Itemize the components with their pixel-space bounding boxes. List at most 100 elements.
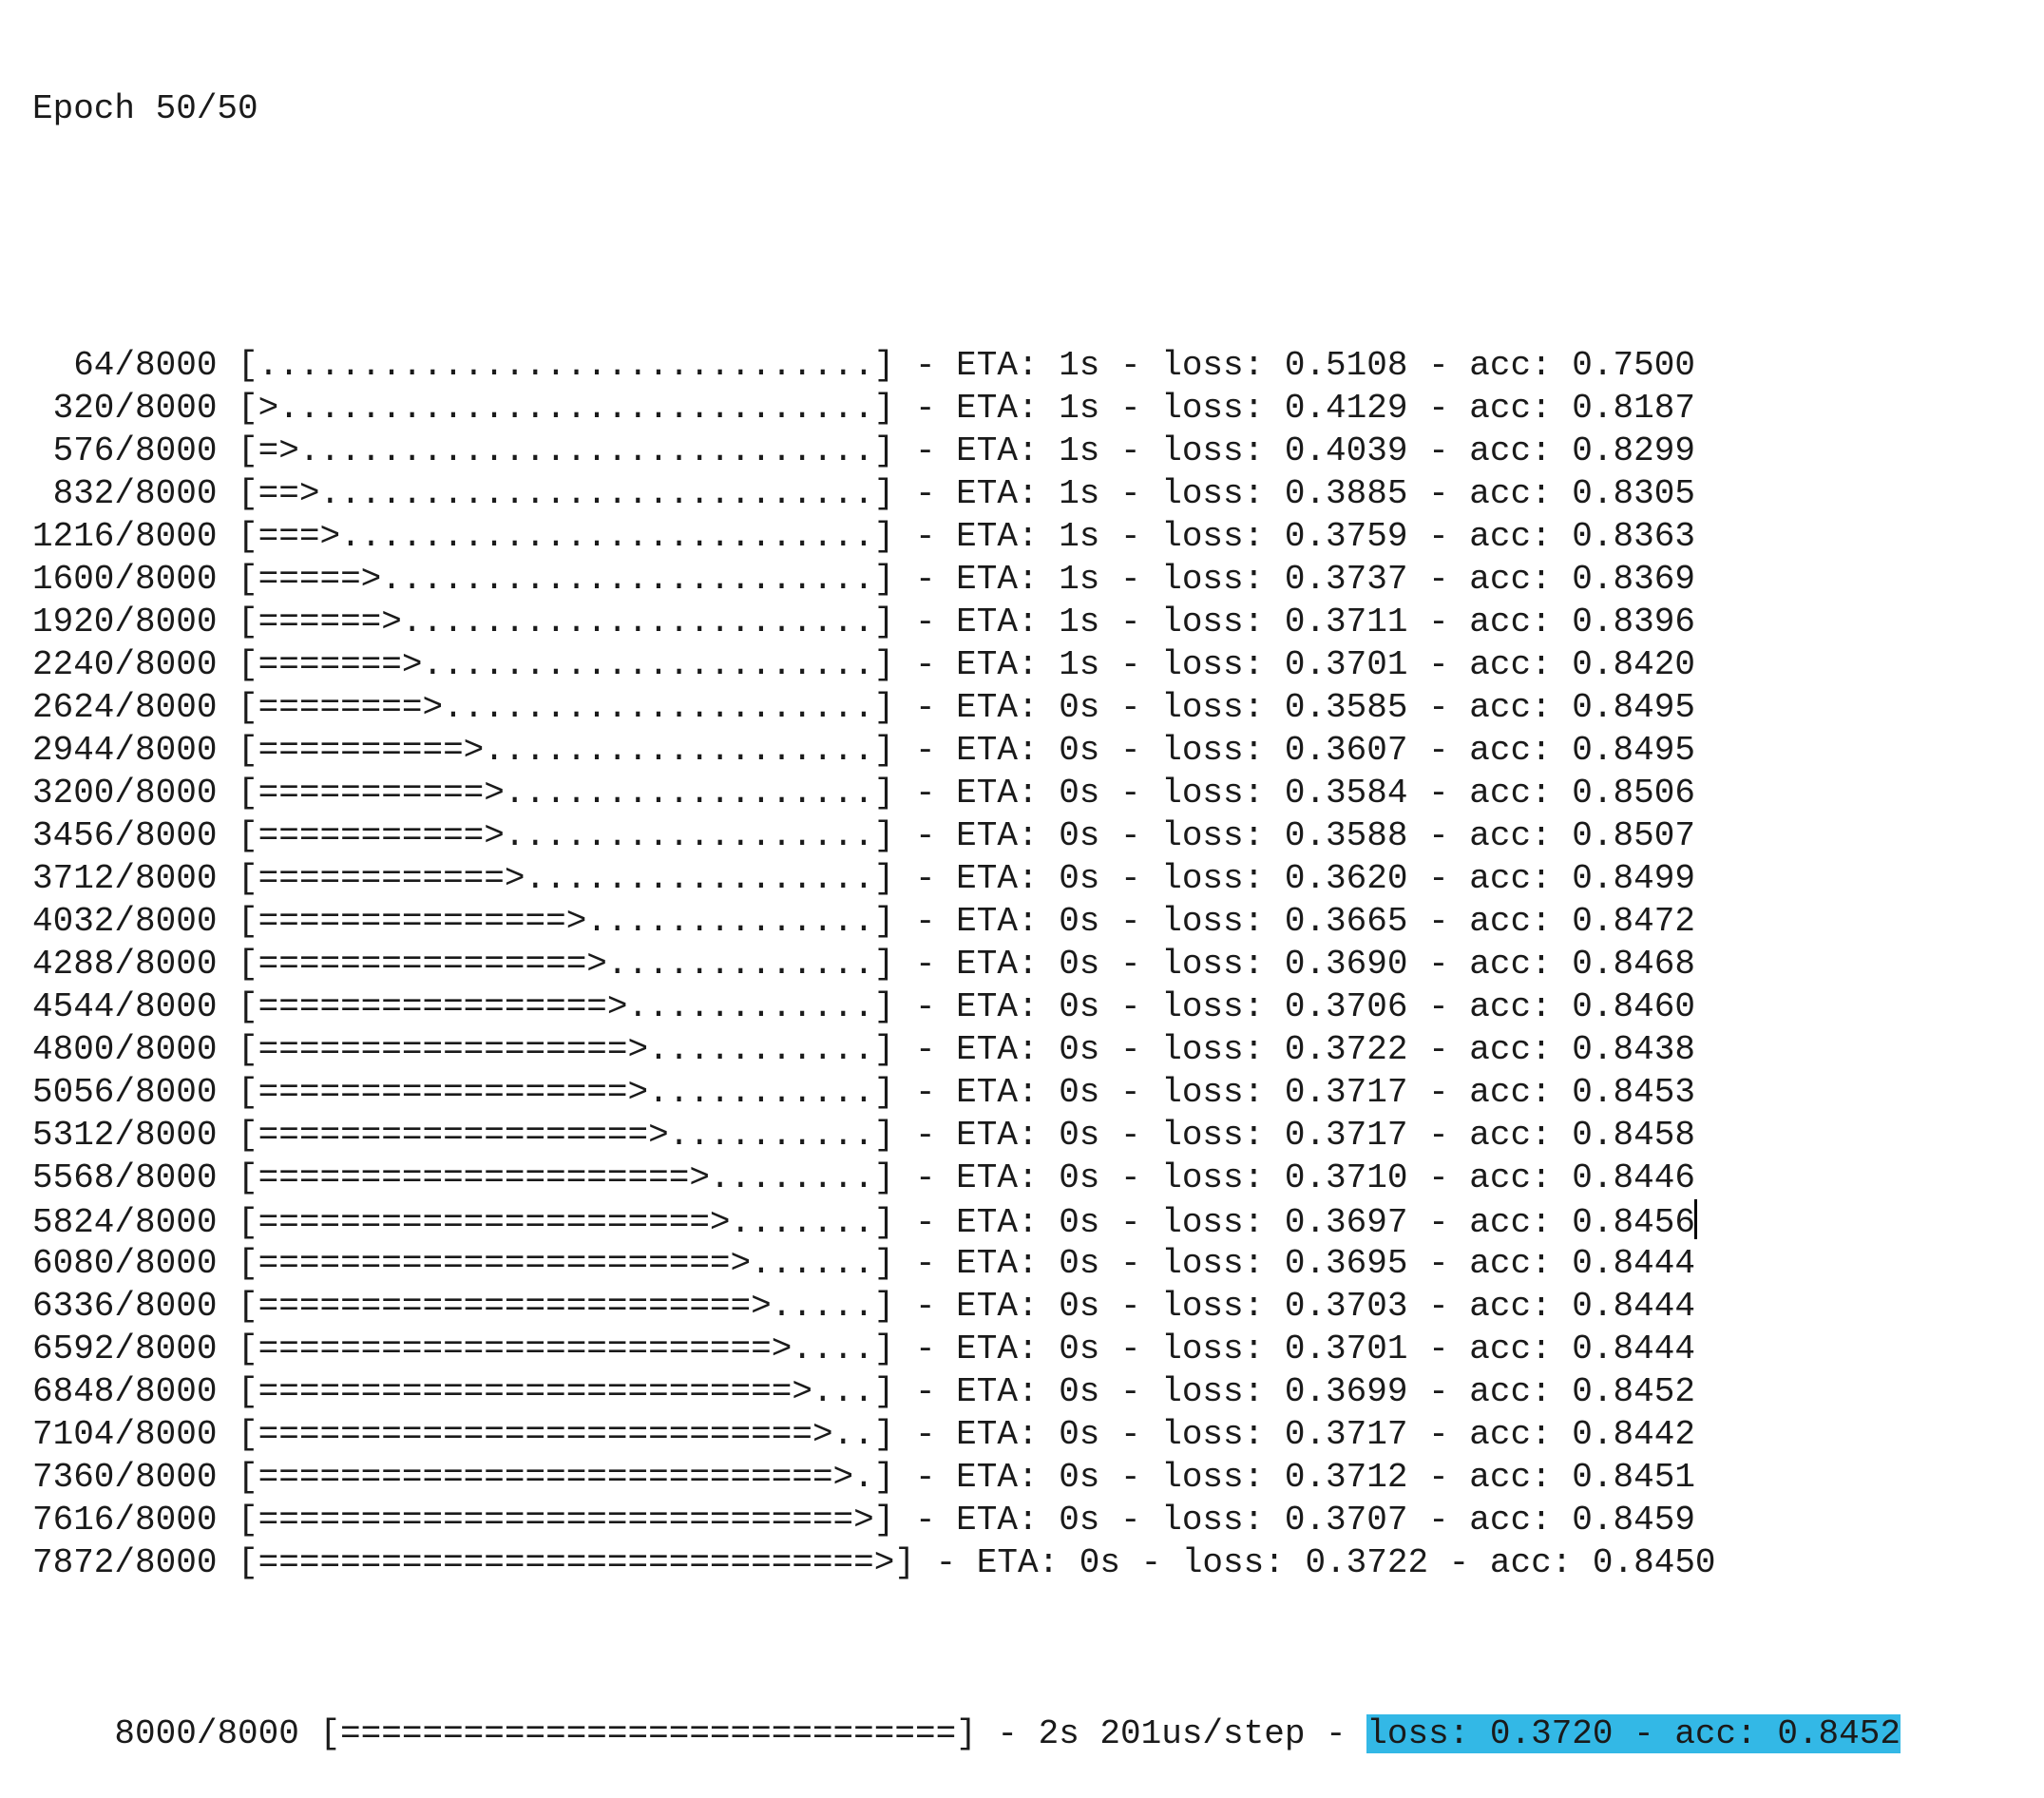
eta-value: 0s [1059, 1030, 1100, 1069]
loss-label: - loss: [1099, 859, 1285, 898]
step-counter: 6080/8000 [32, 1244, 239, 1283]
loss-value: 0.3588 [1284, 816, 1408, 855]
acc-label: - acc: [1407, 1329, 1573, 1368]
progress-bar: [=======>......................] [238, 645, 895, 684]
progress-line: 5312/8000 [===================>.........… [32, 1114, 2028, 1157]
step-counter: 832/8000 [32, 474, 239, 513]
progress-bar: [===========================>..] [238, 1415, 895, 1454]
progress-bar: [===>..........................] [238, 517, 895, 556]
loss-label: - loss: [1099, 603, 1285, 641]
acc-value: 0.8450 [1592, 1543, 1716, 1582]
acc-value: 0.8495 [1572, 688, 1695, 727]
terminal-output[interactable]: Epoch 50/50 64/8000 [...................… [32, 2, 2028, 1755]
loss-label: - loss: [1099, 1244, 1285, 1283]
acc-label: - acc: [1407, 987, 1573, 1026]
step-counter: 7104/8000 [32, 1415, 239, 1454]
loss-label: - loss: [1099, 1329, 1285, 1368]
eta-value: 0s [1059, 1501, 1100, 1540]
progress-line: 1216/8000 [===>.........................… [32, 515, 2028, 558]
final-dash: - [1305, 1714, 1367, 1753]
loss-label: - loss: [1099, 1458, 1285, 1497]
eta-label: - ETA: [894, 731, 1060, 770]
acc-value: 0.8507 [1572, 816, 1695, 855]
progress-line: 4800/8000 [==================>..........… [32, 1028, 2028, 1071]
eta-value: 0s [1059, 1158, 1100, 1197]
selected-text-highlight[interactable]: loss: 0.3720 - acc: 0.8452 [1366, 1714, 1901, 1753]
acc-label: - acc: [1407, 560, 1573, 599]
progress-bar: [===================>..........] [238, 1116, 895, 1155]
eta-value: 0s [1059, 816, 1100, 855]
step-counter: 1920/8000 [32, 603, 239, 641]
acc-value: 0.8456 [1572, 1203, 1695, 1242]
loss-label: - loss: [1099, 517, 1285, 556]
progress-bar: [=>............................] [238, 431, 895, 470]
progress-line: 320/8000 [>.............................… [32, 387, 2028, 430]
eta-label: - ETA: [894, 431, 1060, 470]
step-counter: 5056/8000 [32, 1073, 239, 1112]
loss-value: 0.3620 [1284, 859, 1408, 898]
loss-label: - loss: [1120, 1543, 1306, 1582]
step-counter: 1216/8000 [32, 517, 239, 556]
acc-label: - acc: [1407, 1372, 1573, 1411]
progress-line: 2624/8000 [========>....................… [32, 686, 2028, 729]
acc-label: - acc: [1407, 1458, 1573, 1497]
progress-bar: [>.............................] [238, 389, 895, 428]
progress-bar: [=============================>] [238, 1501, 895, 1540]
acc-label: - acc: [1407, 645, 1573, 684]
eta-label: - ETA: [894, 945, 1060, 984]
acc-label: - acc: [1407, 1116, 1573, 1155]
eta-label: - ETA: [894, 902, 1060, 941]
eta-value: 0s [1059, 1287, 1100, 1326]
progress-line: 1600/8000 [=====>.......................… [32, 558, 2028, 601]
loss-label: - loss: [1099, 945, 1285, 984]
progress-line: 4288/8000 [================>............… [32, 943, 2028, 985]
acc-value: 0.8363 [1572, 517, 1695, 556]
progress-line: 7104/8000 [===========================>.… [32, 1413, 2028, 1456]
loss-value: 0.3703 [1284, 1287, 1408, 1326]
acc-label: - acc: [1407, 1287, 1573, 1326]
epoch-header: Epoch 50/50 [32, 89, 258, 128]
step-counter: 64/8000 [32, 346, 239, 385]
progress-line: 6080/8000 [=======================>.....… [32, 1242, 2028, 1285]
eta-value: 1s [1059, 474, 1100, 513]
final-acc-label: - acc: [1613, 1714, 1778, 1753]
acc-value: 0.8187 [1572, 389, 1695, 428]
loss-label: - loss: [1099, 474, 1285, 513]
progress-bar: [=================>............] [238, 987, 895, 1026]
progress-bar: [..............................] [238, 346, 895, 385]
progress-bar: [==========>...................] [238, 731, 895, 770]
acc-label: - acc: [1407, 1158, 1573, 1197]
eta-value: 0s [1059, 859, 1100, 898]
loss-label: - loss: [1099, 431, 1285, 470]
step-counter: 5312/8000 [32, 1116, 239, 1155]
progress-log: 64/8000 [..............................]… [32, 344, 2028, 1584]
loss-value: 0.3701 [1284, 645, 1408, 684]
eta-value: 0s [1059, 1329, 1100, 1368]
acc-label: - acc: [1407, 346, 1573, 385]
step-counter: 5568/8000 [32, 1158, 239, 1197]
progress-bar: [==>...........................] [238, 474, 895, 513]
progress-bar: [======>.......................] [238, 603, 895, 641]
final-step-prefix: 8000/8000 [=============================… [114, 1714, 1039, 1753]
eta-label: - ETA: [894, 774, 1060, 813]
eta-value: 0s [1059, 1073, 1100, 1112]
acc-label: - acc: [1407, 945, 1573, 984]
acc-value: 0.8495 [1572, 731, 1695, 770]
loss-value: 0.3690 [1284, 945, 1408, 984]
loss-label: - loss: [1099, 1287, 1285, 1326]
acc-label: - acc: [1407, 816, 1573, 855]
step-counter: 2240/8000 [32, 645, 239, 684]
eta-value: 1s [1059, 389, 1100, 428]
eta-label: - ETA: [894, 1158, 1060, 1197]
acc-label: - acc: [1407, 1501, 1573, 1540]
eta-value: 0s [1059, 1415, 1100, 1454]
acc-label: - acc: [1407, 603, 1573, 641]
acc-label: - acc: [1407, 731, 1573, 770]
progress-bar: [============================>.] [238, 1458, 895, 1497]
loss-label: - loss: [1099, 1116, 1285, 1155]
step-counter: 4288/8000 [32, 945, 239, 984]
acc-value: 0.8299 [1572, 431, 1695, 470]
progress-line: 7872/8000 [=============================… [32, 1541, 2028, 1584]
acc-value: 0.8444 [1572, 1329, 1695, 1368]
